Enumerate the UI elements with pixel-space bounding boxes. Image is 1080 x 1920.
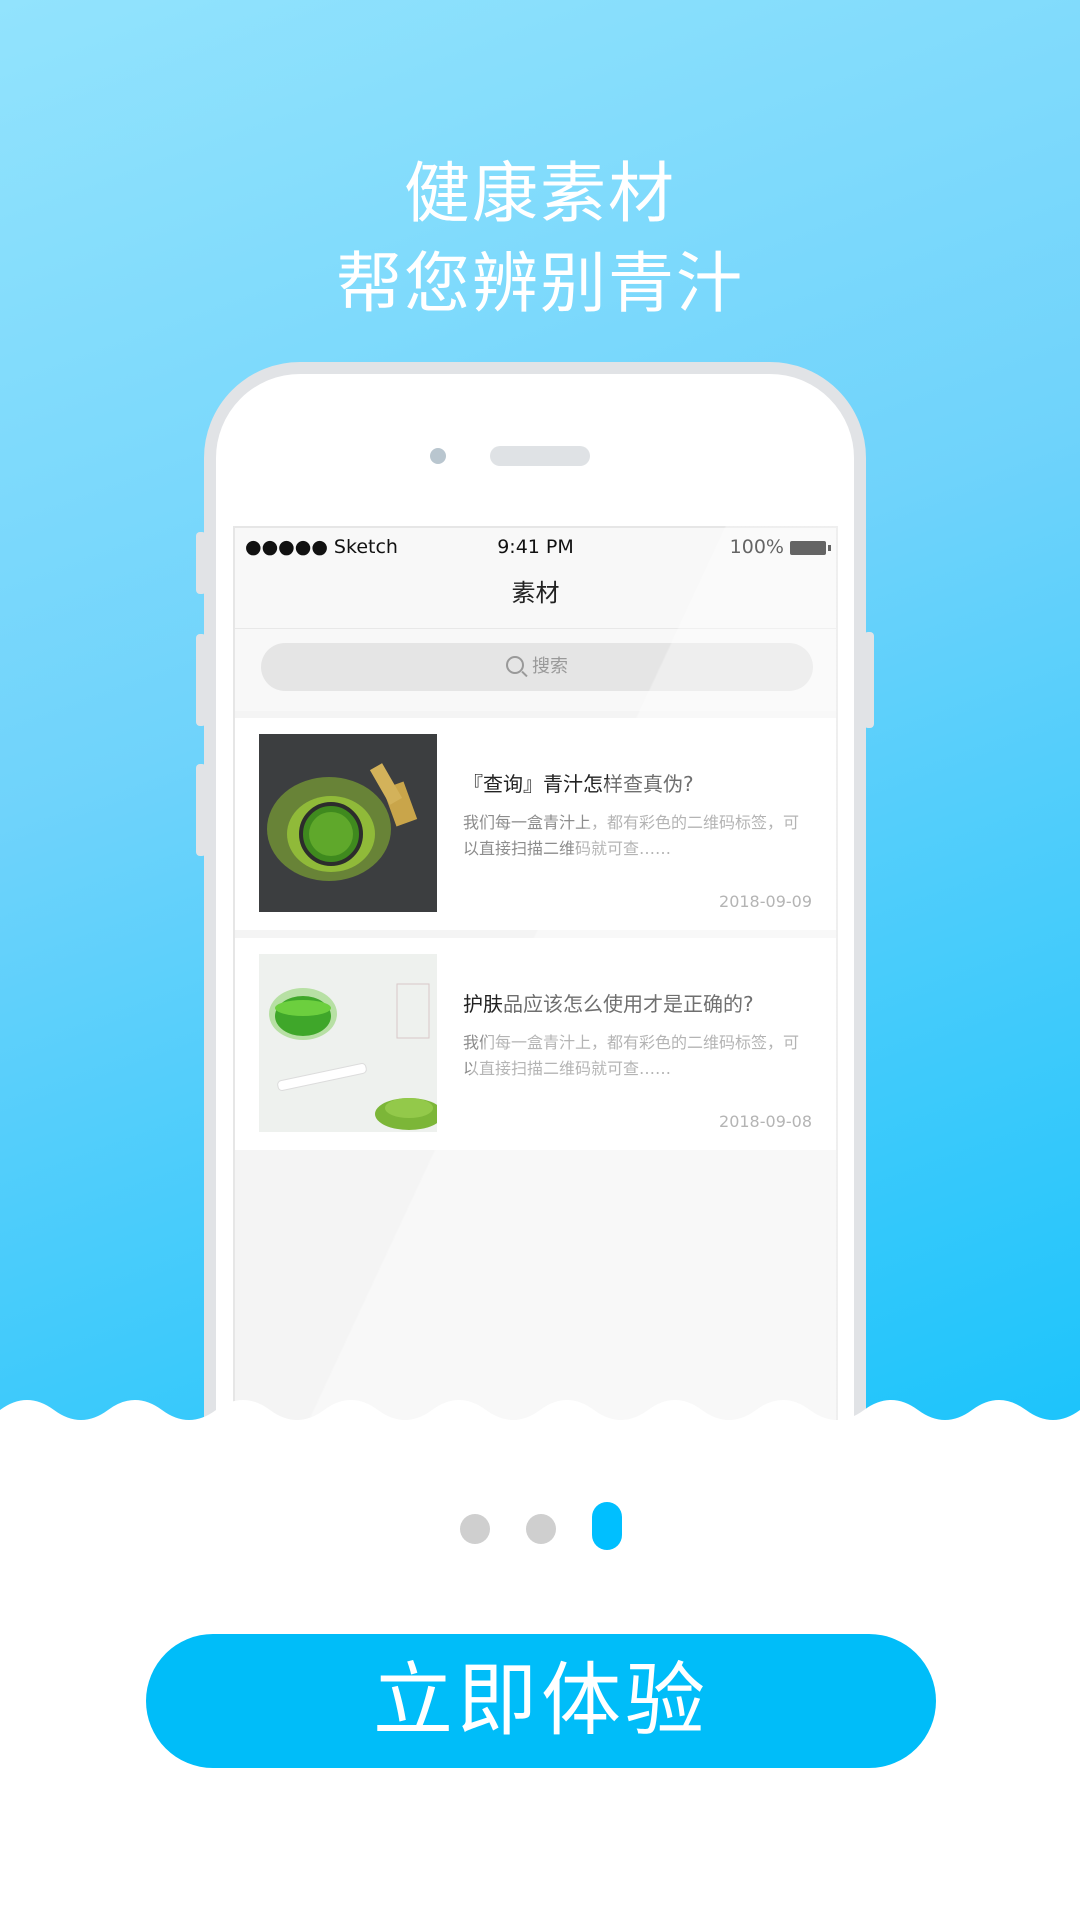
try-now-button[interactable]: 立即体验	[146, 1634, 936, 1768]
search-placeholder: 搜索	[532, 656, 568, 677]
search-area: 搜索	[235, 629, 836, 711]
article-description: 我们每一盒青汁上，都有彩色的二维码标签，可以直接扫描二维码就可查……	[463, 1033, 800, 1078]
headline-line1: 健康素材	[404, 155, 676, 232]
article-date: 2018-09-09	[719, 892, 812, 911]
article-card[interactable]: 护肤品应该怎么使用才是正确的? 我们每一盒青汁上，都有彩色的二维码标签，可以直接…	[235, 938, 836, 1150]
headline-line2: 帮您辨别青汁	[336, 245, 744, 322]
search-input[interactable]: 搜索	[261, 643, 813, 691]
article-title: 『查询』青汁怎样查真伪?	[463, 772, 694, 796]
phone-speaker	[490, 446, 590, 466]
phone-camera	[430, 448, 446, 464]
battery-percent: 100%	[729, 536, 784, 558]
search-icon	[506, 656, 524, 674]
pager-dot[interactable]	[460, 1514, 490, 1544]
article-description: 我们每一盒青汁上，都有彩色的二维码标签，可以直接扫描二维码就可查……	[463, 813, 800, 858]
nav-title: 素材	[235, 564, 836, 629]
pager-dot[interactable]	[526, 1514, 556, 1544]
status-bar: ●●●●● Sketch 9:41 PM 100%	[235, 528, 836, 564]
article-title: 护肤品应该怎么使用才是正确的?	[463, 992, 754, 1016]
battery-icon	[790, 540, 831, 555]
article-date: 2018-09-08	[719, 1112, 812, 1131]
phone-screen: ●●●●● Sketch 9:41 PM 100% 素材 搜索 『查询』青汁怎样…	[233, 526, 838, 1426]
pager-dot-active[interactable]	[592, 1502, 622, 1550]
article-thumbnail-matcha-bowl	[259, 734, 437, 912]
status-battery: 100%	[729, 536, 831, 558]
article-thumbnail-green-juice	[259, 954, 437, 1132]
article-card[interactable]: 『查询』青汁怎样查真伪? 我们每一盒青汁上，都有彩色的二维码标签，可以直接扫描二…	[235, 718, 836, 930]
